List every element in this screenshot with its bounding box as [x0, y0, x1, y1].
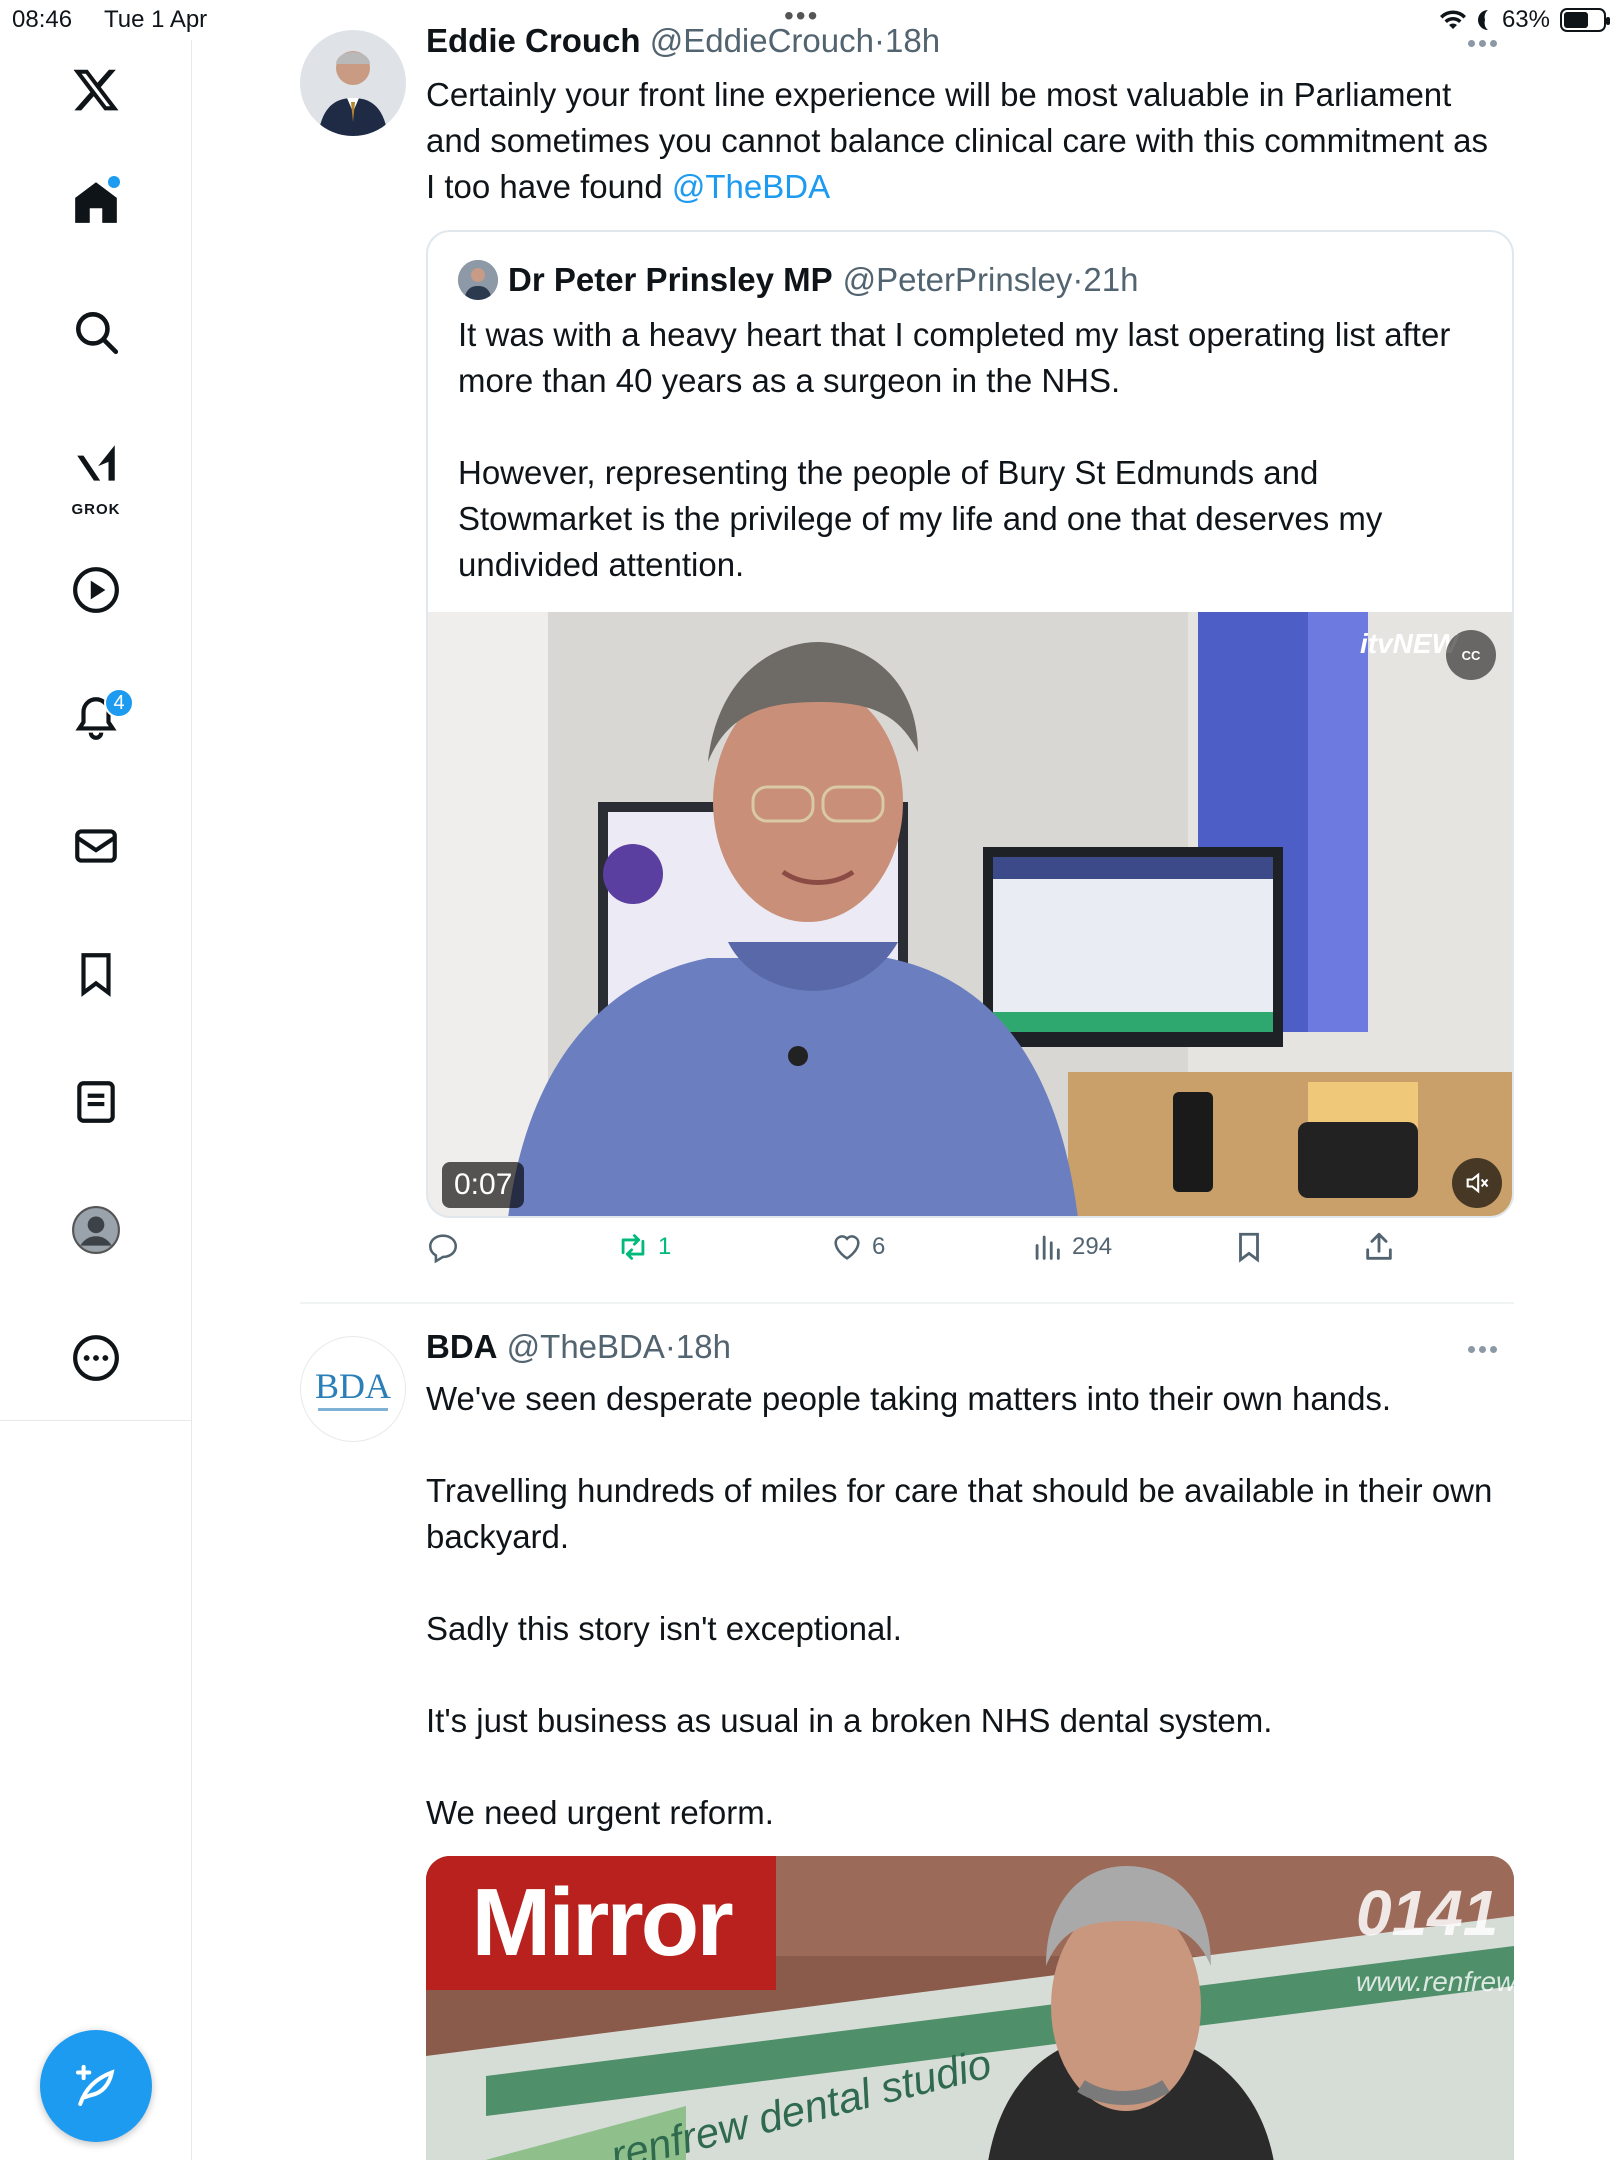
- author-name[interactable]: BDA: [426, 1328, 498, 1365]
- list-icon: [77, 1081, 115, 1123]
- tweet-body: Certainly your front line experience wil…: [426, 76, 1488, 205]
- sidebar-item-search[interactable]: [58, 294, 134, 370]
- bda-logo: BDA: [314, 1365, 391, 1406]
- more-circle-icon: [73, 1335, 119, 1381]
- sign-phone-text: 0141: [1356, 1877, 1499, 1949]
- quote-paragraph: It was with a heavy heart that I complet…: [458, 316, 1451, 399]
- tweet-image[interactable]: Mirror renfrew dental studio 0141 www.re…: [426, 1856, 1514, 2160]
- quote-header: Dr Peter Prinsley MP @PeterPrinsley·21h: [458, 260, 1138, 300]
- repost-count: 1: [658, 1233, 672, 1260]
- heart-icon: [834, 1235, 860, 1260]
- sidebar-divider: [0, 1420, 192, 1421]
- video-watermark: itvNEW: [1360, 628, 1458, 659]
- sidebar-item-lists[interactable]: [58, 1064, 134, 1140]
- quote-author-handle[interactable]: @PeterPrinsley·21h: [843, 261, 1139, 299]
- avatar[interactable]: [300, 30, 406, 136]
- tweet-text: We've seen desperate people taking matte…: [426, 1376, 1496, 1836]
- reply-icon: [428, 1234, 458, 1264]
- sidebar-item-profile[interactable]: [58, 1192, 134, 1268]
- video-frame: [428, 612, 1512, 1216]
- reply-button[interactable]: [426, 1230, 468, 1264]
- share-button[interactable]: [1362, 1230, 1396, 1264]
- play-circle-icon: [73, 567, 119, 613]
- status-date: Tue 1 Apr: [104, 6, 208, 33]
- bookmark-icon: [1239, 1232, 1259, 1263]
- sidebar-item-grok[interactable]: GROK: [58, 424, 134, 524]
- home-unread-dot: [108, 176, 120, 188]
- grok-label: GROK: [71, 501, 121, 518]
- repost-icon: [621, 1234, 645, 1260]
- sidebar-item-home[interactable]: [58, 164, 134, 240]
- tweet-paragraph: It's just business as usual in a broken …: [426, 1702, 1273, 1739]
- author-handle[interactable]: @TheBDA: [507, 1328, 665, 1365]
- video-player[interactable]: itvNEW CC 0:07: [428, 612, 1512, 1216]
- compose-post-button[interactable]: [40, 2030, 152, 2142]
- tweet-text: Certainly your front line experience wil…: [426, 72, 1496, 210]
- tweet-header: BDA @TheBDA·18h: [426, 1328, 731, 1366]
- tweet-paragraph: Sadly this story isn't exceptional.: [426, 1610, 902, 1647]
- speaker-muted-icon: [1466, 1172, 1489, 1194]
- battery-fill: [1564, 12, 1588, 28]
- sidebar-item-messages[interactable]: [58, 808, 134, 884]
- sidebar-item-more[interactable]: [58, 1320, 134, 1396]
- repost-button[interactable]: 1: [616, 1230, 671, 1264]
- timeline-feed: Eddie Crouch @EddieCrouch·18h Certainly …: [300, 0, 1514, 2160]
- tweet-header: Eddie Crouch @EddieCrouch·18h: [426, 22, 940, 60]
- mail-icon: [75, 829, 117, 863]
- tweet-actions: 1 6 294: [426, 1230, 1426, 1280]
- more-options-icon[interactable]: [1468, 40, 1502, 50]
- tweet-paragraph: We've seen desperate people taking matte…: [426, 1380, 1392, 1417]
- status-time: 08:46: [12, 6, 73, 33]
- profile-avatar-icon: [72, 1206, 120, 1254]
- quote-author-name[interactable]: Dr Peter Prinsley MP: [508, 261, 833, 299]
- mute-button[interactable]: [1452, 1158, 1502, 1208]
- sidebar: GROK 4: [0, 40, 192, 2160]
- avatar[interactable]: BDA: [300, 1336, 406, 1442]
- cc-icon: CC: [1461, 647, 1481, 663]
- views-button[interactable]: 294: [1030, 1230, 1112, 1264]
- sidebar-item-videos[interactable]: [58, 552, 134, 628]
- compose-feather-icon: [75, 2064, 115, 2107]
- quoted-tweet[interactable]: Dr Peter Prinsley MP @PeterPrinsley·21h …: [426, 230, 1514, 1218]
- bookmark-icon: [81, 953, 111, 997]
- tweet-time[interactable]: 18h: [676, 1328, 731, 1365]
- grok-icon: [77, 445, 115, 481]
- like-button[interactable]: 6: [830, 1230, 885, 1264]
- tweet-paragraph: We need urgent reform.: [426, 1794, 774, 1831]
- share-icon: [1366, 1232, 1392, 1260]
- more-options-icon[interactable]: [1468, 1346, 1502, 1356]
- tweet-time[interactable]: 18h: [885, 22, 940, 59]
- battery-icon: [1560, 8, 1610, 32]
- views-count: 294: [1072, 1233, 1113, 1260]
- tweet-divider: [300, 1302, 1514, 1304]
- bda-logo-underline: [318, 1407, 388, 1411]
- search-icon: [76, 312, 119, 355]
- author-handle[interactable]: @EddieCrouch: [650, 22, 874, 59]
- x-logo-icon: [73, 69, 119, 111]
- quote-avatar[interactable]: [458, 260, 498, 300]
- x-logo[interactable]: [58, 52, 134, 128]
- quote-paragraph: However, representing the people of Bury…: [458, 454, 1383, 583]
- author-name[interactable]: Eddie Crouch: [426, 22, 641, 59]
- bookmark-button[interactable]: [1232, 1230, 1266, 1264]
- mirror-logo: Mirror: [426, 1856, 776, 1990]
- notification-badge: 4: [104, 688, 134, 718]
- sidebar-item-bookmarks[interactable]: [58, 936, 134, 1012]
- quote-text: It was with a heavy heart that I complet…: [458, 312, 1478, 588]
- video-duration: 0:07: [442, 1162, 525, 1208]
- sidebar-item-notifications[interactable]: 4: [58, 680, 134, 756]
- separator-dot: ·: [664, 1328, 676, 1365]
- like-count: 6: [872, 1233, 886, 1260]
- separator-dot: ·: [873, 22, 885, 59]
- views-chart-icon: [1035, 1235, 1060, 1260]
- tweet-paragraph: Travelling hundreds of miles for care th…: [426, 1472, 1493, 1555]
- avatar-photo: [300, 30, 406, 136]
- sign-web-text: www.renfrew: [1356, 1966, 1514, 1997]
- mention-link[interactable]: @TheBDA: [672, 168, 830, 205]
- closed-captions-button[interactable]: CC: [1446, 630, 1496, 680]
